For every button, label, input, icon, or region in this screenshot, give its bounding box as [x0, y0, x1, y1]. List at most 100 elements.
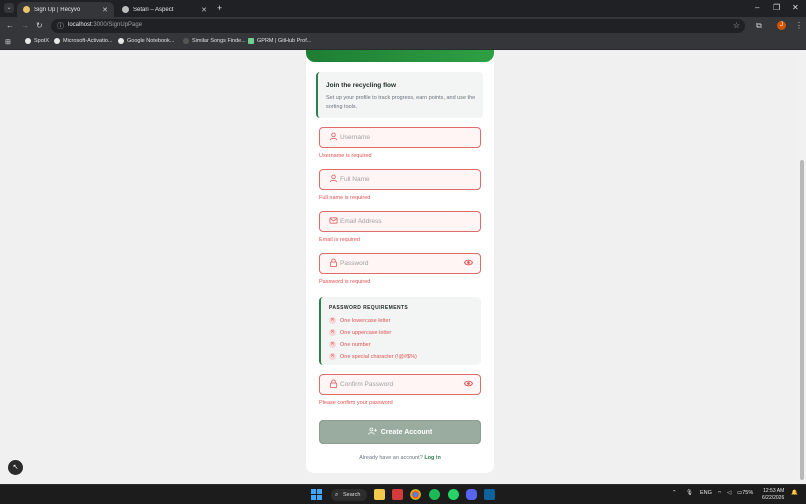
password-error: Password is required [319, 279, 371, 285]
fullname-error: Full name is required [319, 195, 371, 201]
page-viewport: Join the recycling flow Set up your prof… [0, 50, 798, 484]
taskbar-clock[interactable]: 12:53 AM 6/22/2026 [762, 488, 784, 502]
notifications-bell-icon[interactable]: 🔔 [791, 490, 798, 496]
gear-icon [122, 6, 129, 13]
new-tab-button[interactable]: + [217, 3, 222, 13]
site-info-icon[interactable]: ⓘ [57, 21, 64, 31]
battery-indicator[interactable]: ▭75% [737, 490, 753, 496]
x-circle-icon: ✕ [329, 353, 336, 360]
globe-icon [118, 38, 124, 44]
requirement-uppercase: ✕ One uppercase letter [329, 329, 392, 336]
create-account-button[interactable]: Create Account [319, 420, 481, 444]
browser-toolbar: ← → ↻ ⓘ localhost:3000/SignUpPage ☆ ⧉ J … [0, 17, 806, 35]
close-tab-icon[interactable]: ✕ [102, 6, 108, 14]
url-path: :3000/SignUpPage [91, 22, 143, 28]
wifi-icon[interactable]: ⌔ [717, 490, 722, 497]
confirm-password-field[interactable] [319, 374, 481, 395]
add-user-icon [367, 427, 377, 437]
taskbar-search[interactable]: ⌕ Search [331, 489, 367, 501]
browser-tab-bar: ⌄ Sign Up | Recyvo ✕ Setări – Aspect ✕ +… [0, 0, 806, 17]
scrollbar-thumb[interactable] [800, 160, 804, 480]
email-field[interactable] [319, 211, 481, 232]
windows-start-icon[interactable] [311, 489, 322, 500]
apps-grid-icon[interactable]: ⊞ [5, 38, 11, 46]
file-explorer-icon[interactable] [374, 489, 385, 500]
reload-icon[interactable]: ↻ [36, 20, 43, 32]
password-input[interactable] [340, 257, 465, 270]
signup-card: Join the recycling flow Set up your prof… [306, 50, 494, 473]
eye-icon[interactable] [462, 379, 474, 391]
intro-title: Join the recycling flow [326, 82, 397, 89]
vscode-icon[interactable] [484, 489, 495, 500]
tab-signup[interactable]: Sign Up | Recyvo ✕ [17, 2, 114, 17]
intro-callout: Join the recycling flow Set up your prof… [316, 72, 483, 118]
create-account-label: Create Account [380, 428, 433, 436]
username-input[interactable] [340, 131, 465, 144]
card-header-banner [306, 50, 494, 62]
lock-icon [327, 258, 339, 270]
mail-icon [327, 216, 339, 228]
confirm-password-input[interactable] [340, 378, 465, 391]
windows-taskbar: ⌕ Search ⌃ 🎙 ENG ⌔ ◁ ▭75% 12:53 AM 6/22/2… [0, 484, 806, 504]
username-field[interactable] [319, 127, 481, 148]
back-arrow-icon[interactable]: ← [6, 20, 14, 32]
language-indicator[interactable]: ENG [700, 490, 712, 496]
requirement-number: ✕ One number [329, 341, 371, 348]
address-bar[interactable]: ⓘ localhost:3000/SignUpPage ☆ [51, 19, 745, 33]
bookmark-gprm[interactable]: GPRM | GitHub Prof... [248, 38, 311, 44]
scroll-up-icon[interactable]: ↖ [8, 460, 23, 475]
profile-avatar[interactable]: J [777, 21, 786, 30]
requirement-special: ✕ One special character (!@#$%) [329, 353, 417, 360]
chrome-icon[interactable] [410, 489, 421, 500]
tab-settings[interactable]: Setări – Aspect ✕ [116, 2, 213, 17]
password-field[interactable] [319, 253, 481, 274]
search-icon: ⌕ [335, 492, 339, 498]
url-host: localhost [68, 22, 92, 28]
page-scrollbar[interactable] [798, 50, 806, 484]
requirements-title: PASSWORD REQUIREMENTS [329, 305, 409, 311]
battery-percent: 75% [742, 490, 754, 496]
bookmark-google-notebook[interactable]: Google Notebook... [118, 38, 174, 44]
whatsapp-icon[interactable] [448, 489, 459, 500]
fullname-input[interactable] [340, 173, 465, 186]
fullname-field[interactable] [319, 169, 481, 190]
spotify-icon[interactable] [429, 489, 440, 500]
tray-chevron-icon[interactable]: ⌃ [672, 490, 677, 496]
requirement-lowercase: ✕ One lowercase letter [329, 317, 391, 324]
microphone-icon[interactable]: 🎙 [686, 490, 693, 496]
email-error: Email is required [319, 237, 360, 243]
email-input[interactable] [340, 215, 465, 228]
maximize-icon[interactable]: ❐ [773, 3, 780, 13]
bookmark-spotx[interactable]: SpotX [25, 38, 49, 44]
x-circle-icon: ✕ [329, 341, 336, 348]
clock-date: 6/22/2026 [762, 495, 785, 501]
lock-icon [327, 379, 339, 391]
recyvo-favicon-icon [23, 6, 30, 13]
close-window-icon[interactable]: ✕ [792, 3, 799, 13]
eye-icon[interactable] [462, 258, 474, 270]
volume-icon[interactable]: ◁ [727, 490, 731, 496]
github-icon [54, 38, 60, 44]
bookmark-star-icon[interactable]: ☆ [733, 21, 740, 30]
bookmark-microsoft-activation[interactable]: Microsoft-Activatio... [54, 38, 113, 44]
menu-dots-icon[interactable]: ⋮ [795, 21, 803, 30]
discord-icon[interactable] [466, 489, 477, 500]
login-link[interactable]: Log in [424, 455, 441, 461]
red-app-icon[interactable] [392, 489, 403, 500]
minimize-icon[interactable]: – [755, 3, 759, 13]
bookmark-similar-songs[interactable]: Similar Songs Finde... [183, 38, 246, 44]
username-error: Username is required [319, 153, 372, 159]
x-circle-icon: ✕ [329, 317, 336, 324]
bookmarks-bar: ⊞ SpotX Microsoft-Activatio... Google No… [0, 35, 806, 50]
close-tab-icon[interactable]: ✕ [201, 6, 207, 14]
confirm-password-error: Please confirm your password [319, 400, 393, 406]
gprm-icon [248, 38, 254, 44]
login-prompt: Already have an account? Log in [359, 455, 441, 461]
user-icon [327, 174, 339, 186]
extensions-icon[interactable]: ⧉ [756, 21, 762, 31]
page-icon [183, 38, 189, 44]
github-icon [25, 38, 31, 44]
tab-search-icon[interactable]: ⌄ [4, 3, 14, 13]
user-icon [327, 132, 339, 144]
forward-arrow-icon[interactable]: → [21, 20, 29, 32]
